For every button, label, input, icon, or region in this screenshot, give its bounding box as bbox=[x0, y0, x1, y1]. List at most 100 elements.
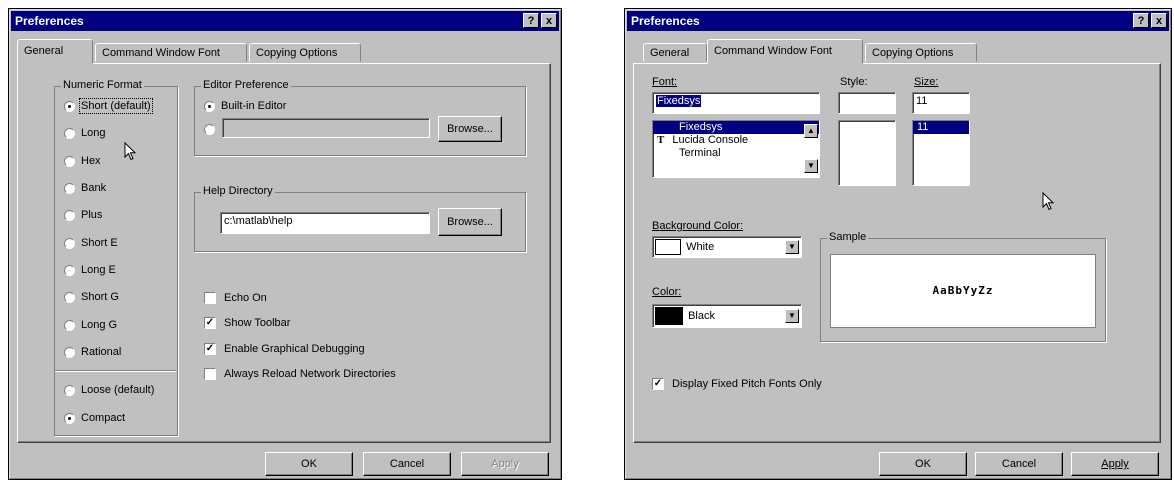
radio-dot[interactable] bbox=[64, 155, 75, 167]
help-browse-button[interactable]: Browse... bbox=[438, 208, 502, 236]
scroll-up-icon[interactable]: ▲ bbox=[804, 124, 818, 138]
tab-command-window-font[interactable]: Command Window Font bbox=[95, 43, 247, 62]
tab-general[interactable]: General bbox=[17, 39, 93, 64]
radio-dot[interactable] bbox=[64, 346, 75, 358]
preferences-window-font: Preferences ? x General Command Window F… bbox=[624, 8, 1172, 480]
tab-copying-options[interactable]: Copying Options bbox=[865, 43, 977, 62]
checkbox-label: Echo On bbox=[224, 292, 267, 304]
checkbox-echo-on[interactable]: Echo On bbox=[204, 292, 267, 304]
radio-custom-editor[interactable] bbox=[204, 124, 221, 135]
apply-button[interactable]: Apply bbox=[1071, 452, 1159, 476]
style-field[interactable] bbox=[838, 92, 896, 114]
size-field[interactable]: 11 bbox=[912, 92, 970, 114]
sample-text: AaBbYyZz bbox=[932, 284, 994, 297]
radio-short-g[interactable]: Short G bbox=[64, 291, 119, 303]
tab-panel: Font: Fixedsys Fixedsys T Lucida Console … bbox=[633, 63, 1161, 443]
preferences-window-general: Preferences ? x General Command Window F… bbox=[8, 8, 562, 480]
tab-panel: Numeric Format Short (default) Long Hex … bbox=[17, 63, 551, 443]
cancel-button[interactable]: Cancel bbox=[363, 452, 451, 476]
radio-plus[interactable]: Plus bbox=[64, 209, 102, 221]
cancel-button[interactable]: Cancel bbox=[975, 452, 1063, 476]
color-swatch bbox=[655, 307, 683, 325]
ok-button[interactable]: OK bbox=[879, 452, 967, 476]
checkbox-reload-network[interactable]: Always Reload Network Directories bbox=[204, 368, 396, 380]
font-name-field[interactable]: Fixedsys bbox=[652, 92, 820, 114]
radio-dot[interactable] bbox=[204, 124, 215, 135]
checkbox-graphical-debugging[interactable]: ✓ Enable Graphical Debugging bbox=[204, 343, 365, 355]
font-list-item[interactable]: Fixedsys bbox=[653, 121, 819, 134]
help-directory-label: Help Directory bbox=[201, 185, 275, 197]
radio-dot[interactable] bbox=[64, 384, 75, 396]
radio-long-g[interactable]: Long G bbox=[64, 319, 117, 331]
chevron-down-icon[interactable]: ▼ bbox=[785, 309, 799, 323]
style-label: Style: bbox=[840, 76, 868, 88]
numeric-format-label: Numeric Format bbox=[61, 79, 144, 91]
radio-dot[interactable] bbox=[64, 127, 75, 139]
checkbox-box[interactable]: ✓ bbox=[204, 317, 216, 329]
checkbox-show-toolbar[interactable]: ✓ Show Toolbar bbox=[204, 317, 290, 329]
help-directory-field[interactable]: c:\matlab\help bbox=[220, 212, 430, 234]
radio-dot[interactable] bbox=[64, 412, 75, 424]
radio-label: Long E bbox=[81, 264, 116, 276]
checkbox-box[interactable] bbox=[204, 368, 216, 380]
font-list[interactable]: Fixedsys T Lucida Console Terminal ▲ ▼ bbox=[652, 120, 820, 178]
radio-dot[interactable] bbox=[64, 100, 75, 112]
title-bar[interactable]: Preferences ? x bbox=[11, 11, 559, 31]
checkbox-box[interactable] bbox=[204, 292, 216, 304]
radio-compact[interactable]: Compact bbox=[64, 412, 125, 424]
radio-long[interactable]: Long bbox=[64, 127, 105, 139]
window-title: Preferences bbox=[15, 14, 84, 28]
radio-label: Compact bbox=[81, 412, 126, 424]
radio-label: Rational bbox=[81, 346, 122, 358]
title-bar[interactable]: Preferences ? x bbox=[627, 11, 1169, 31]
style-list[interactable] bbox=[838, 120, 896, 186]
size-list-item[interactable]: 11 bbox=[913, 121, 969, 134]
radio-builtin-editor[interactable]: Built-in Editor bbox=[204, 100, 286, 112]
radio-dot[interactable] bbox=[64, 291, 75, 303]
checkbox-fixed-pitch[interactable]: ✓ Display Fixed Pitch Fonts Only bbox=[652, 378, 822, 390]
size-list[interactable]: 11 bbox=[912, 120, 970, 186]
radio-short-e[interactable]: Short E bbox=[64, 237, 118, 249]
radio-short-default[interactable]: Short (default) bbox=[64, 98, 153, 114]
sample-label: Sample bbox=[827, 231, 869, 243]
background-color-select[interactable]: White ▼ bbox=[652, 236, 802, 258]
radio-label: Bank bbox=[81, 182, 107, 194]
font-label: Font: bbox=[652, 76, 678, 88]
radio-dot[interactable] bbox=[64, 182, 75, 194]
radio-hex[interactable]: Hex bbox=[64, 155, 101, 167]
close-button[interactable]: x bbox=[541, 13, 557, 28]
editor-browse-button[interactable]: Browse... bbox=[438, 116, 502, 142]
help-button[interactable]: ? bbox=[523, 13, 539, 28]
radio-dot[interactable] bbox=[64, 237, 75, 249]
font-list-item[interactable]: T Lucida Console bbox=[653, 134, 819, 147]
help-button[interactable]: ? bbox=[1133, 13, 1149, 28]
checkbox-label: Enable Graphical Debugging bbox=[224, 343, 365, 355]
radio-label: Long G bbox=[81, 319, 118, 331]
radio-label: Hex bbox=[81, 155, 101, 167]
mouse-pointer-icon bbox=[1042, 192, 1055, 211]
tab-command-window-font[interactable]: Command Window Font bbox=[707, 39, 863, 64]
radio-dot[interactable] bbox=[204, 100, 215, 112]
radio-rational[interactable]: Rational bbox=[64, 346, 121, 358]
radio-loose-default[interactable]: Loose (default) bbox=[64, 384, 154, 396]
color-select[interactable]: Black ▼ bbox=[652, 304, 802, 328]
tab-general[interactable]: General bbox=[643, 43, 707, 62]
scroll-down-icon[interactable]: ▼ bbox=[804, 159, 818, 173]
editor-preference-label: Editor Preference bbox=[201, 79, 291, 91]
chevron-down-icon[interactable]: ▼ bbox=[785, 240, 799, 254]
radio-dot[interactable] bbox=[64, 209, 75, 221]
radio-label: Long bbox=[81, 127, 106, 139]
checkbox-box[interactable]: ✓ bbox=[204, 343, 216, 355]
radio-dot[interactable] bbox=[64, 319, 75, 331]
close-button[interactable]: x bbox=[1151, 13, 1167, 28]
radio-bank[interactable]: Bank bbox=[64, 182, 106, 194]
checkbox-box[interactable]: ✓ bbox=[652, 378, 664, 390]
apply-button[interactable]: Apply bbox=[461, 452, 549, 476]
font-list-item[interactable]: Terminal bbox=[653, 147, 819, 160]
radio-dot[interactable] bbox=[64, 264, 75, 276]
radio-long-e[interactable]: Long E bbox=[64, 264, 116, 276]
sample-preview: AaBbYyZz bbox=[830, 254, 1096, 328]
ok-button[interactable]: OK bbox=[265, 452, 353, 476]
tab-copying-options[interactable]: Copying Options bbox=[249, 43, 361, 62]
editor-path-field[interactable] bbox=[222, 118, 430, 138]
